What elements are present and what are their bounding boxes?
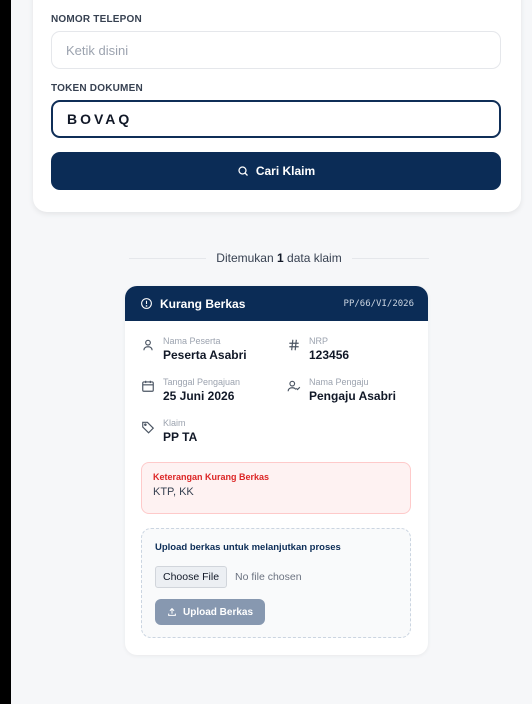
results-summary: Ditemukan 1 data klaim — [216, 251, 341, 265]
divider-line-right — [351, 257, 429, 259]
hash-icon — [289, 339, 299, 351]
info-tanggal: Tanggal Pengajuan 25 Juni 2026 — [141, 377, 240, 404]
klaim-value: PP TA — [163, 430, 198, 444]
token-label: TOKEN DOKUMEN — [51, 83, 143, 94]
search-button-label: Cari Klaim — [255, 164, 316, 178]
tanggal-label: Tanggal Pengajuan — [163, 377, 241, 387]
choose-file-button[interactable]: Choose File — [155, 566, 228, 588]
results-prefix: Ditemukan — [216, 251, 274, 265]
note-title: Keterangan Kurang Berkas — [153, 472, 270, 482]
results-suffix: data klaim — [287, 251, 342, 265]
token-input[interactable]: BOVAQ — [51, 100, 501, 138]
claim-code: PP/66/VI/2026 — [343, 298, 414, 309]
search-icon — [238, 166, 248, 176]
phone-label: NOMOR TELEPON — [51, 14, 142, 25]
note-value: KTP, KK — [153, 486, 194, 498]
info-peserta: Nama Peserta Peserta Asabri — [141, 336, 247, 363]
search-claim-button[interactable]: Cari Klaim — [51, 152, 501, 190]
upload-dropzone[interactable]: Upload berkas untuk melanjutkan proses C… — [141, 528, 411, 638]
tanggal-value: 25 Juni 2026 — [163, 389, 235, 403]
info-nrp: NRP 123456 — [287, 336, 349, 363]
pengaju-label: Nama Pengaju — [309, 377, 369, 387]
results-count: 1 — [276, 251, 284, 265]
token-value: BOVAQ — [67, 111, 133, 127]
missing-documents-note: Keterangan Kurang Berkas KTP, KK — [141, 462, 411, 514]
peserta-value: Peserta Asabri — [163, 348, 247, 362]
phone-input[interactable]: Ketik disini — [51, 31, 501, 69]
no-file-chosen-text: No file chosen — [235, 571, 302, 583]
claim-status-label: Kurang Berkas — [160, 296, 246, 311]
nrp-value: 123456 — [309, 348, 350, 362]
user-icon — [143, 339, 153, 351]
info-pengaju: Nama Pengaju Pengaju Asabri — [287, 377, 396, 404]
alert-circle-icon — [141, 298, 152, 309]
klaim-label: Klaim — [163, 418, 186, 428]
nrp-label: NRP — [309, 336, 329, 346]
claim-status: Kurang Berkas — [140, 297, 245, 311]
file-input-row: Choose File No file chosen — [155, 566, 397, 588]
upload-berkas-button[interactable]: Upload Berkas — [155, 599, 266, 625]
search-card: NOMOR TELEPON Ketik disini TOKEN DOKUMEN… — [33, 0, 521, 212]
upload-button-label: Upload Berkas — [183, 606, 254, 618]
calendar-icon — [142, 380, 154, 392]
results-divider: Ditemukan 1 data klaim — [129, 251, 429, 265]
info-klaim: Klaim PP TA — [141, 418, 197, 445]
peserta-label: Nama Peserta — [163, 336, 221, 346]
upload-title: Upload berkas untuk melanjutkan proses — [155, 542, 341, 553]
claim-header: Kurang Berkas PP/66/VI/2026 — [125, 286, 428, 321]
user-check-icon — [287, 380, 301, 392]
divider-line-left — [129, 257, 207, 259]
phone-placeholder: Ketik disini — [66, 42, 129, 58]
upload-icon — [168, 607, 176, 616]
page-viewport: NOMOR TELEPON Ketik disini TOKEN DOKUMEN… — [11, 0, 532, 704]
pengaju-value: Pengaju Asabri — [309, 389, 396, 403]
tag-icon — [142, 421, 155, 434]
claim-card: Kurang Berkas PP/66/VI/2026 Nama Peserta… — [125, 286, 428, 655]
